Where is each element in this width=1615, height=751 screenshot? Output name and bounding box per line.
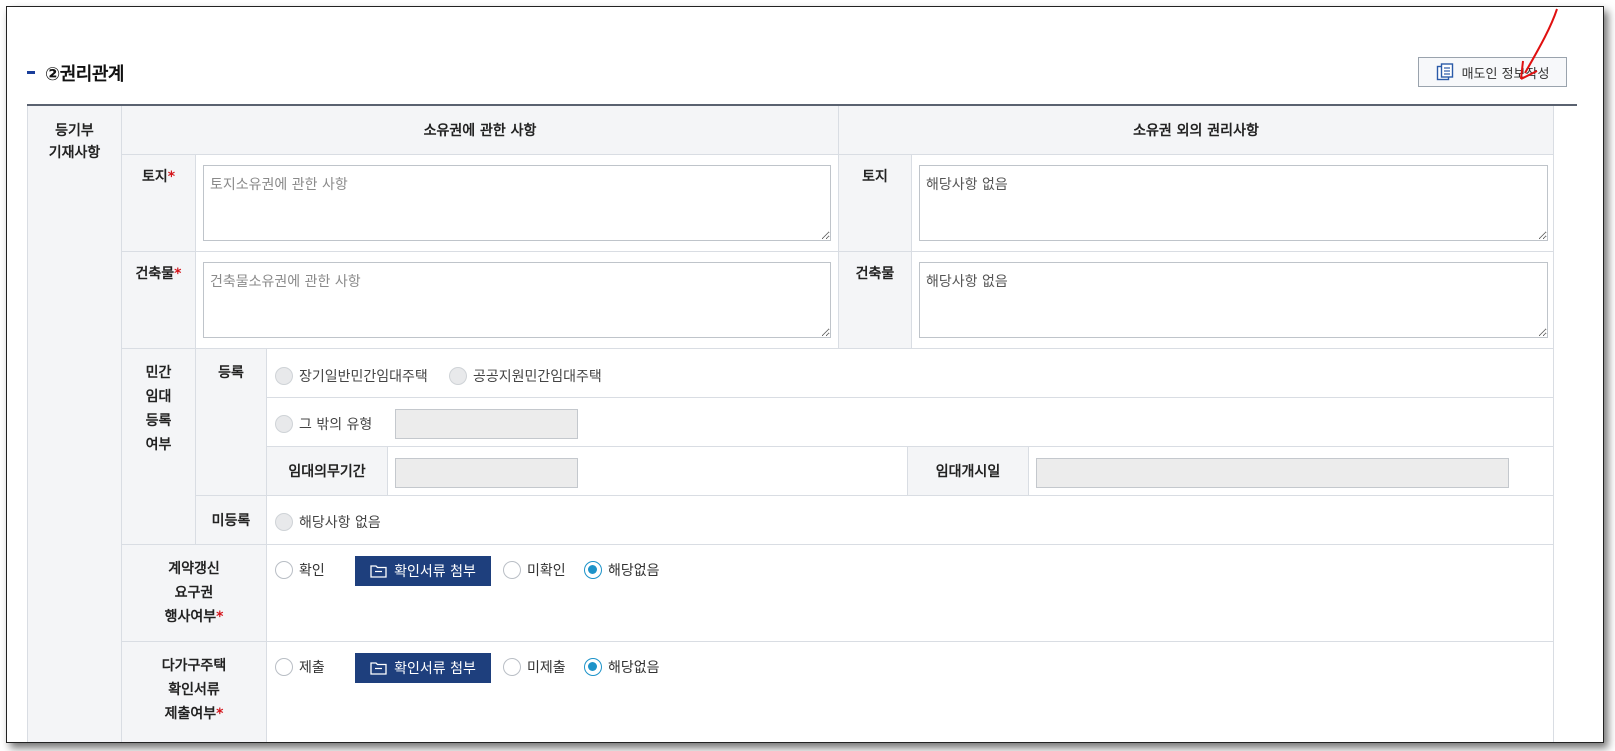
radio-dot [275, 415, 293, 433]
radio-long-term-rental-label: 장기일반민간임대주택 [299, 369, 428, 385]
required-mark: * [167, 169, 176, 185]
header-ownership-text: 소유권에 관한 사항 [423, 123, 537, 139]
radio-long-term-rental[interactable]: 장기일반민간임대주택 [275, 366, 428, 386]
multi-house-attach-button[interactable]: 확인서류 첨부 [355, 653, 491, 683]
land-other-label-cell: 토지 [839, 155, 912, 252]
land-label-cell: 토지* [122, 155, 196, 252]
section-bullet [27, 71, 35, 74]
header-ownership: 소유권에 관한 사항 [122, 106, 839, 155]
registry-label-line1: 등기부 [55, 123, 94, 139]
radio-dot [275, 561, 293, 579]
radio-renewal-na[interactable]: 해당없음 [584, 560, 660, 580]
private-rental-label-cell: 민간 임대 등록 여부 [122, 349, 196, 545]
building-other-rights-textarea[interactable]: 해당사항 없음 [919, 262, 1548, 338]
renewal-attach-button[interactable]: 확인서류 첨부 [355, 556, 491, 586]
radio-multi-na[interactable]: 해당없음 [584, 657, 660, 677]
radio-other-type[interactable]: 그 밖의 유형 [275, 414, 372, 434]
radio-renewal-na-label: 해당없음 [608, 563, 660, 579]
obligation-period-input[interactable] [395, 458, 578, 488]
radio-public-support-rental[interactable]: 공공지원민간임대주택 [449, 366, 602, 386]
radio-renewal-confirm[interactable]: 확인 [275, 560, 325, 580]
land-ownership-textarea[interactable] [203, 165, 831, 241]
renewal-label-line: 계약갱신 [168, 561, 220, 577]
folder-icon [370, 565, 387, 578]
other-type-input[interactable] [395, 409, 578, 439]
radio-unregistered-na[interactable]: 해당사항 없음 [275, 512, 381, 532]
obligation-period-label: 임대의무기간 [288, 464, 366, 480]
radio-dot [584, 658, 602, 676]
unregistered-label-cell: 미등록 [196, 496, 267, 545]
obligation-period-label-cell: 임대의무기간 [267, 447, 388, 496]
renewal-label-cell: 계약갱신 요구권 행사여부* [122, 545, 267, 642]
radio-other-type-label: 그 밖의 유형 [299, 417, 373, 433]
unregistered-label: 미등록 [211, 513, 251, 529]
unregistered-cell [267, 496, 1554, 545]
radio-unregistered-na-label: 해당사항 없음 [299, 515, 381, 531]
radio-dot [275, 513, 293, 531]
building-label-cell: 건축물* [122, 252, 196, 349]
radio-renewal-unconfirmed[interactable]: 미확인 [503, 560, 566, 580]
land-label: 토지 [141, 169, 168, 185]
multi-house-attach-label: 확인서류 첨부 [394, 661, 476, 677]
radio-multi-not-submitted-label: 미제출 [527, 660, 566, 676]
radio-dot [503, 658, 521, 676]
renewal-label-line: 요구권 [174, 585, 214, 601]
radio-dot [275, 367, 293, 385]
registered-label-cell: 등록 [196, 349, 267, 496]
multi-house-label-line: 제출여부 [164, 706, 217, 722]
document-stack-icon [1436, 63, 1453, 81]
annotation-arrow-icon [1520, 8, 1558, 80]
land-other-label: 토지 [862, 169, 888, 185]
building-label: 건축물 [135, 266, 175, 282]
start-date-label-cell: 임대개시일 [908, 447, 1029, 496]
radio-dot [503, 561, 521, 579]
start-date-label: 임대개시일 [935, 464, 1001, 480]
radio-dot [584, 561, 602, 579]
registered-label: 등록 [218, 365, 244, 381]
radio-multi-submit-label: 제출 [299, 660, 325, 676]
section-title: ②권리관계 [45, 64, 124, 85]
registry-label-line2: 기재사항 [48, 145, 101, 161]
screenshot-frame: ②권리관계 매도인 정보작성 등기부 기재사항 소유권에 관한 사항 소유권 외… [6, 6, 1604, 743]
radio-multi-na-label: 해당없음 [608, 660, 660, 676]
building-ownership-textarea[interactable] [203, 262, 831, 338]
private-rental-label-line: 여부 [145, 437, 172, 453]
private-rental-label-line: 민간 [145, 365, 172, 381]
radio-multi-submit[interactable]: 제출 [275, 657, 325, 677]
renewal-attach-label: 확인서류 첨부 [394, 564, 476, 580]
private-rental-label-line: 등록 [145, 413, 172, 429]
radio-dot [449, 367, 467, 385]
renewal-label-line: 행사여부 [164, 609, 217, 625]
multi-house-label-line: 확인서류 [168, 682, 220, 698]
header-other-rights-text: 소유권 외의 권리사항 [1133, 123, 1259, 139]
header-other-rights: 소유권 외의 권리사항 [839, 106, 1554, 155]
radio-renewal-confirm-label: 확인 [299, 563, 325, 579]
land-other-rights-textarea[interactable]: 해당사항 없음 [919, 165, 1548, 241]
private-rental-label-line: 임대 [145, 389, 172, 405]
multi-house-label-cell: 다가구주택 확인서류 제출여부* [122, 642, 267, 742]
required-mark: * [216, 609, 224, 625]
folder-icon [370, 662, 387, 675]
radio-multi-not-submitted[interactable]: 미제출 [503, 657, 566, 677]
radio-public-support-rental-label: 공공지원민간임대주택 [473, 369, 602, 385]
required-mark: * [174, 266, 182, 282]
radio-renewal-unconfirmed-label: 미확인 [527, 563, 566, 579]
start-date-input[interactable] [1036, 458, 1509, 488]
multi-house-label-line: 다가구주택 [161, 658, 227, 674]
required-mark: * [216, 706, 224, 722]
building-other-label: 건축물 [855, 266, 895, 282]
registry-row-header: 등기부 기재사항 [27, 106, 122, 742]
radio-dot [275, 658, 293, 676]
building-other-label-cell: 건축물 [839, 252, 912, 349]
